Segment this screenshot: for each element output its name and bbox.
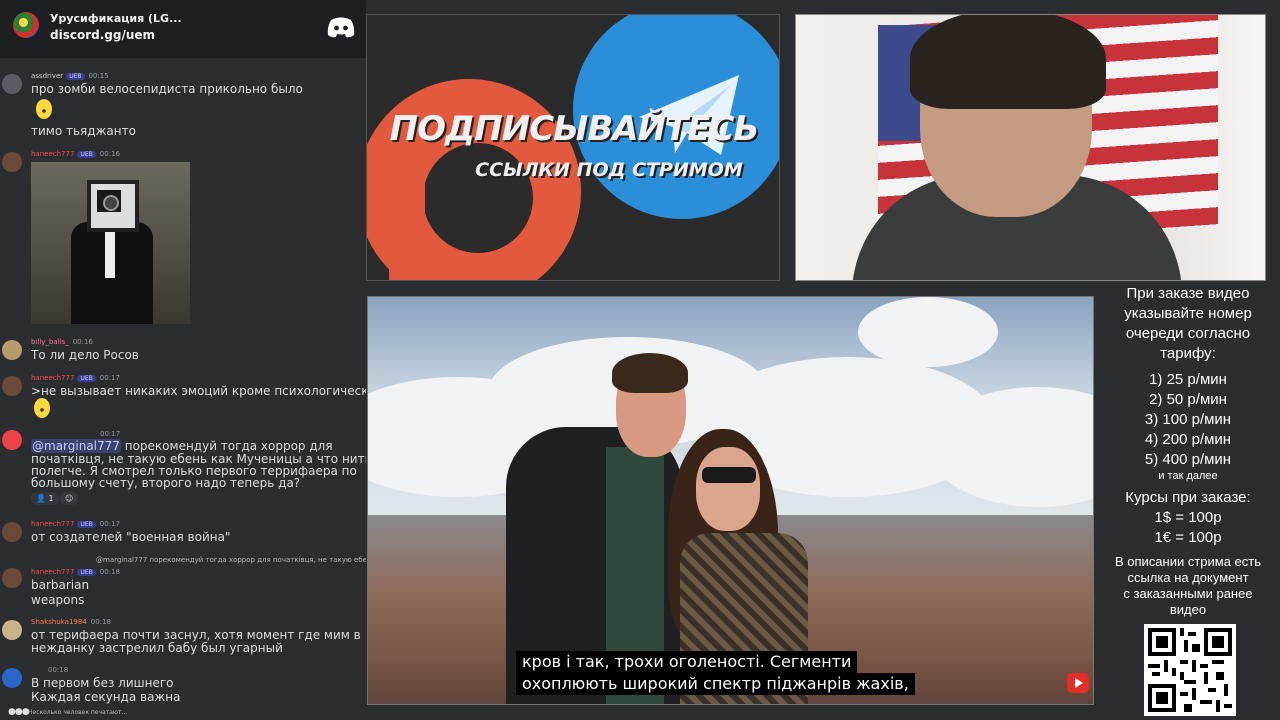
reaction-count: 1	[48, 494, 54, 503]
note-line: ссылка на документ	[1127, 570, 1249, 585]
message-text: от создателей "военная война"	[31, 530, 231, 544]
price-tier: 4) 200 р/мин	[1144, 431, 1232, 448]
message-text: В первом без лишнего	[31, 676, 174, 690]
avatar	[2, 668, 22, 688]
rates-heading: Курсы при заказе:	[1125, 489, 1251, 506]
timestamp: 00:16	[72, 338, 93, 346]
streamer-hair	[910, 15, 1106, 109]
sunglasses	[702, 467, 756, 483]
woman-head	[696, 447, 760, 531]
server-invite-link[interactable]: discord.gg/uem	[50, 28, 155, 42]
reaction-button[interactable]: 👤 1	[31, 492, 59, 505]
avatar	[2, 620, 22, 640]
role-badge: UEB	[77, 375, 96, 382]
timestamp: 00:15	[88, 72, 109, 80]
webcam-feed	[795, 14, 1266, 281]
message-text: barbarian	[31, 578, 90, 592]
role-badge: UEB	[77, 521, 96, 528]
server-icon	[13, 12, 39, 38]
username[interactable]: assdriver	[31, 72, 63, 80]
reply-preview[interactable]: @marginal777 порекомендуй тогда хоррор д…	[96, 556, 366, 564]
username[interactable]: haneech777	[31, 520, 74, 528]
timestamp: 00:17	[99, 520, 120, 528]
role-badge: UEB	[77, 569, 96, 576]
price-tier: 3) 100 р/мин	[1144, 411, 1232, 428]
avatar	[2, 522, 22, 542]
avatar	[2, 74, 22, 94]
info-heading-line: тарифу:	[1160, 345, 1216, 362]
avatar	[2, 376, 22, 396]
etc-note: и так далее	[1158, 470, 1218, 482]
user-mention[interactable]: @marginal777	[31, 439, 121, 453]
banner-subtitle: ССЫЛКИ ПОД СТРИМОМ	[475, 159, 743, 181]
message-text: нежданку застрелил бабу был угарный	[31, 641, 283, 655]
typing-dots-icon: ●●●	[8, 707, 30, 717]
timestamp: 00:17	[99, 374, 120, 382]
message-text: Каждая секунда важна	[31, 690, 181, 704]
order-info-panel: При заказе видео указывайте номер очеред…	[1098, 284, 1278, 618]
youtube-logo-icon[interactable]	[1067, 673, 1089, 693]
username[interactable]: Shakshuka1984	[31, 618, 87, 626]
message-text: То ли дело Росов	[31, 348, 139, 362]
discord-logo-icon	[327, 17, 355, 38]
message-text: про зомби велосепидиста прикольно было	[31, 82, 303, 96]
attached-image[interactable]	[31, 162, 190, 324]
typing-indicator: ●●●Несколько человек печатают...	[8, 707, 128, 717]
note-line: с заказанными ранее	[1123, 586, 1253, 601]
video-subtitles: кров і так, трохи оголеності. Сегменти о…	[516, 651, 916, 695]
info-heading-line: При заказе видео	[1126, 285, 1250, 302]
timestamp: 00:18	[48, 666, 69, 674]
patreon-logo-bar	[389, 155, 425, 280]
discord-avatar-icon	[2, 430, 22, 450]
timestamp: 00:18	[99, 568, 120, 576]
message-text: weapons	[31, 593, 85, 607]
camera-lens-icon	[103, 195, 119, 211]
message-text: >не вызывает никаких эмоций кроме психол…	[31, 384, 366, 398]
timestamp: 00:16	[99, 150, 120, 158]
emoji-face-icon	[36, 99, 52, 119]
server-name: Урусификация (LG...	[50, 12, 182, 25]
rate-line: 1$ = 100р	[1154, 509, 1222, 526]
info-heading-line: очереди согласно	[1125, 325, 1251, 342]
man-hair	[612, 353, 688, 393]
username[interactable]: haneech777	[31, 374, 74, 382]
message-text: большому счету, второго надо теперь да?	[31, 476, 301, 490]
subtitle-line: охоплюють широкий спектр піджанрів жахів…	[516, 673, 915, 695]
role-badge: UEB	[66, 73, 85, 80]
timestamp: 00:18	[90, 618, 111, 626]
username[interactable]: haneech777	[31, 150, 74, 158]
avatar	[2, 340, 22, 360]
subscribe-banner: ПОДПИСЫВАЙТЕСЬ ССЫЛКИ ПОД СТРИМОМ	[366, 14, 780, 281]
video-player[interactable]: кров і так, трохи оголеності. Сегменти о…	[367, 296, 1094, 705]
add-reaction-button[interactable]: ☺	[60, 492, 79, 505]
banner-title: ПОДПИСЫВАЙТЕСЬ	[389, 109, 760, 149]
info-heading-line: указывайте номер	[1124, 305, 1252, 322]
rate-line: 1€ = 100р	[1154, 529, 1222, 546]
username[interactable]: haneech777	[31, 568, 74, 576]
emoji-face-icon	[34, 398, 50, 418]
price-tier: 5) 400 р/мин	[1144, 451, 1232, 468]
avatar	[2, 568, 22, 588]
qr-code-icon[interactable]	[1144, 624, 1236, 716]
cloud	[858, 297, 998, 367]
subtitle-line: кров і так, трохи оголеності. Сегменти	[516, 651, 858, 673]
note-line: видео	[1169, 602, 1207, 617]
note-line: В описании стрима есть	[1114, 554, 1262, 569]
message-text: тимо тьяджанто	[31, 124, 136, 138]
timestamp: 00:17	[100, 430, 121, 438]
username[interactable]: billy_balls_	[31, 338, 69, 346]
role-badge: UEB	[77, 151, 96, 158]
discord-chat-widget: Урусификация (LG... discord.gg/uem assdr…	[0, 0, 366, 720]
figure-shirt	[105, 228, 115, 278]
server-header: Урусификация (LG... discord.gg/uem	[0, 0, 366, 58]
avatar	[2, 152, 22, 172]
message-text: порекомендуй тогда хоррор для	[120, 439, 333, 453]
price-tier: 1) 25 р/мин	[1149, 371, 1227, 388]
price-tier: 2) 50 р/мин	[1149, 391, 1227, 408]
